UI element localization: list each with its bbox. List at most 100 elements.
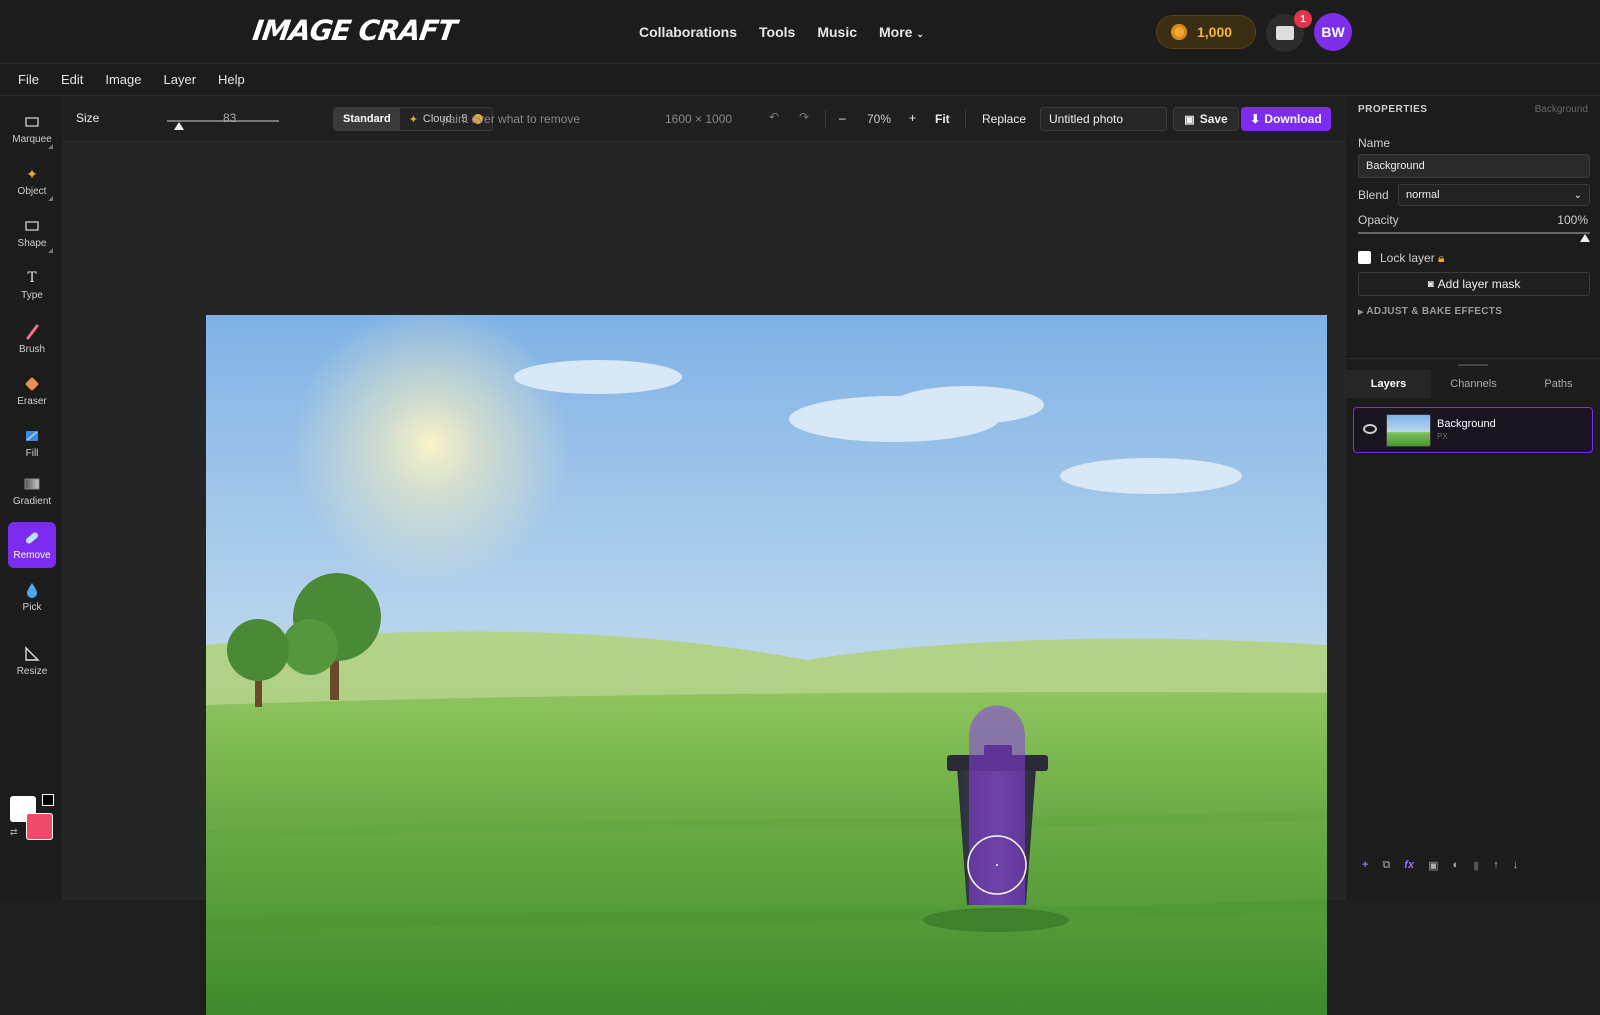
- nav-more-label: More: [879, 24, 913, 40]
- tool-marquee[interactable]: Marquee: [8, 106, 56, 152]
- tab-paths[interactable]: Paths: [1516, 370, 1600, 398]
- coin-icon: [1171, 24, 1187, 40]
- download-arrow-icon: ⬇: [1250, 112, 1261, 126]
- blend-mode-select[interactable]: normal ⌄: [1398, 184, 1590, 206]
- delete-layer-icon[interactable]: ▮: [1473, 859, 1479, 872]
- coin-count: 1,000: [1197, 24, 1233, 40]
- tool-eraser[interactable]: Eraser: [8, 368, 56, 414]
- layer-actions: + ⧉ fx ▣ ◐ ▮ ↑ ↓: [1346, 852, 1600, 878]
- menu-image[interactable]: Image: [105, 72, 141, 87]
- tool-gradient[interactable]: Gradient: [8, 468, 56, 514]
- zoom-in-button[interactable]: +: [909, 111, 916, 125]
- cloud: [892, 386, 1044, 424]
- mask-icon[interactable]: ▣: [1428, 859, 1438, 872]
- tab-layers[interactable]: Layers: [1346, 370, 1431, 398]
- duplicate-layer-icon[interactable]: ⧉: [1382, 859, 1390, 872]
- tool-label: Pick: [22, 602, 42, 613]
- canvas-workspace[interactable]: [63, 142, 1345, 1015]
- submenu-corner: [48, 196, 53, 201]
- add-layer-icon[interactable]: +: [1362, 859, 1368, 871]
- sun: [291, 315, 571, 585]
- name-label: Name: [1358, 136, 1391, 150]
- tree-crown: [227, 619, 289, 681]
- chevron-down-icon: ⌄: [916, 29, 924, 39]
- image-canvas[interactable]: [206, 315, 1327, 1015]
- floppy-icon: ▣: [1184, 113, 1195, 126]
- background-color-swatch[interactable]: [26, 813, 53, 840]
- app-logo[interactable]: IMAGE CRAFT: [251, 14, 458, 47]
- menu-bar: File Edit Image Layer Help: [0, 64, 1600, 96]
- size-slider-handle[interactable]: [174, 122, 185, 130]
- layer-type: PX: [1437, 432, 1448, 441]
- nav-music[interactable]: Music: [817, 24, 857, 40]
- add-layer-mask-button[interactable]: ◙ Add layer mask: [1358, 272, 1590, 296]
- tree-crown: [282, 619, 338, 675]
- submenu-corner: [48, 144, 53, 149]
- grass-field: [206, 692, 1327, 1015]
- save-button[interactable]: ▣ Save: [1173, 107, 1239, 131]
- brush-cursor-center: [996, 864, 998, 866]
- adjust-bake-effects-toggle[interactable]: ▶ ADJUST & BAKE EFFECTS: [1358, 306, 1502, 317]
- caret-right-icon: ▶: [1358, 309, 1364, 316]
- download-button[interactable]: ⬇ Download: [1241, 107, 1331, 131]
- tool-pick[interactable]: Pick: [8, 574, 56, 620]
- layer-name-input[interactable]: [1358, 154, 1590, 178]
- mask-icon: ◙: [1427, 278, 1434, 290]
- inbox-button[interactable]: 1: [1266, 10, 1312, 52]
- main-nav: Collaborations Tools Music More ⌄: [639, 0, 924, 64]
- download-label: Download: [1264, 112, 1322, 126]
- lock-layer-label: Lock layer 🔒︎: [1380, 251, 1444, 266]
- size-label: Size: [76, 111, 100, 125]
- tool-brush[interactable]: Brush: [8, 316, 56, 362]
- menu-layer[interactable]: Layer: [164, 72, 197, 87]
- layer-name: Background: [1437, 418, 1496, 430]
- lock-layer-text: Lock layer: [1380, 251, 1435, 265]
- lock-layer-checkbox[interactable]: [1358, 251, 1371, 264]
- zoom-out-button[interactable]: –: [839, 111, 846, 125]
- default-colors-icon[interactable]: [42, 794, 54, 806]
- tab-channels[interactable]: Channels: [1431, 370, 1516, 398]
- lock-icon: 🔒︎: [1438, 251, 1445, 265]
- adjustment-icon[interactable]: ◐: [1452, 859, 1459, 871]
- tool-remove[interactable]: Remove: [8, 522, 56, 568]
- nav-tools[interactable]: Tools: [759, 24, 795, 40]
- opacity-slider[interactable]: [1358, 232, 1590, 234]
- blend-label: Blend: [1358, 188, 1389, 202]
- swap-colors-icon[interactable]: ⇄: [10, 827, 18, 838]
- chevron-down-icon: ⌄: [1573, 189, 1582, 201]
- layer-row[interactable]: Background PX: [1353, 407, 1593, 453]
- nav-more[interactable]: More ⌄: [879, 24, 924, 40]
- panel-resize-grip[interactable]: [1458, 364, 1488, 366]
- opacity-slider-handle[interactable]: [1580, 234, 1590, 242]
- opacity-label: Opacity: [1358, 213, 1399, 227]
- mode-standard-button[interactable]: Standard: [334, 108, 400, 130]
- add-mask-label: Add layer mask: [1437, 277, 1521, 291]
- document-title-input[interactable]: [1040, 107, 1167, 131]
- redo-icon[interactable]: ↷: [799, 110, 809, 124]
- eye-icon[interactable]: [1363, 424, 1377, 434]
- tool-label: Gradient: [12, 496, 52, 507]
- tool-shape[interactable]: Shape: [8, 210, 56, 256]
- save-label: Save: [1199, 112, 1228, 126]
- gradient-icon: [24, 475, 40, 493]
- fx-icon[interactable]: fx: [1404, 859, 1414, 871]
- coin-balance[interactable]: 1,000: [1156, 15, 1256, 49]
- menu-file[interactable]: File: [18, 72, 39, 87]
- sparkle-icon: ✦: [26, 165, 38, 182]
- tool-resize[interactable]: Resize: [8, 638, 56, 684]
- nav-collaborations[interactable]: Collaborations: [639, 24, 737, 40]
- menu-edit[interactable]: Edit: [61, 72, 83, 87]
- fit-button[interactable]: Fit: [935, 112, 950, 126]
- ruler-icon: [24, 645, 40, 663]
- tool-fill[interactable]: Fill: [8, 420, 56, 466]
- move-up-icon[interactable]: ↑: [1493, 859, 1499, 871]
- undo-icon[interactable]: ↶: [769, 110, 779, 124]
- tool-object[interactable]: ✦ Object: [8, 158, 56, 204]
- replace-button[interactable]: Replace: [982, 112, 1026, 126]
- move-down-icon[interactable]: ↓: [1513, 859, 1519, 871]
- brush-icon: [25, 323, 39, 341]
- bin-shadow: [923, 908, 1069, 932]
- tool-type[interactable]: T Type: [8, 262, 56, 308]
- menu-help[interactable]: Help: [218, 72, 245, 87]
- avatar[interactable]: BW: [1314, 13, 1352, 51]
